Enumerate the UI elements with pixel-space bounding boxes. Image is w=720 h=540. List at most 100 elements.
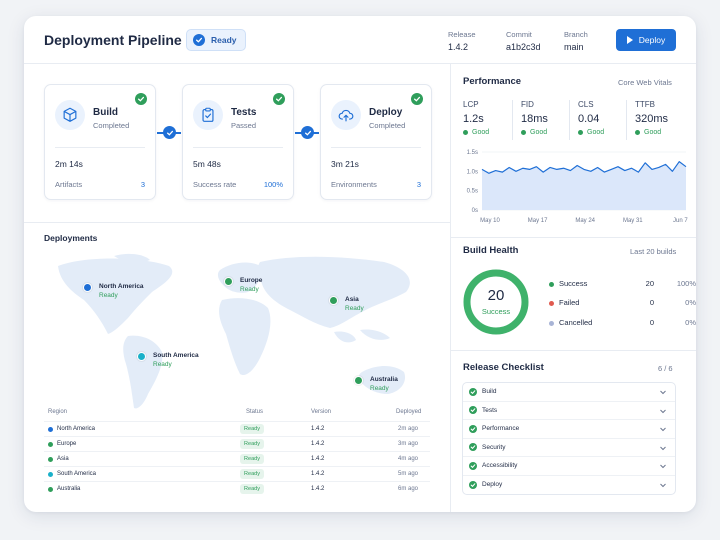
checklist-item[interactable]: Build — [463, 383, 675, 402]
row-region: Australia — [57, 486, 81, 492]
health-row-cancelled: Cancelled 0 0% — [549, 318, 696, 330]
row-deployed: 6m ago — [397, 486, 418, 492]
stage-build[interactable]: Build Completed 2m 14s Artifacts 3 — [44, 84, 156, 200]
table-row[interactable]: Australia Ready 1.4.2 6m ago — [44, 481, 430, 496]
row-status-badge: Ready — [240, 439, 264, 449]
metric-rating-label: Good — [472, 129, 490, 136]
stage-tests[interactable]: Tests Passed 5m 48s Success rate 100% — [182, 84, 294, 200]
y-tick-label: 1.0s — [467, 169, 478, 175]
check-circle-icon — [469, 461, 477, 470]
deploy-button-label: Deploy — [638, 35, 666, 45]
check-circle-icon — [469, 387, 477, 396]
deploy-button[interactable]: Deploy — [616, 29, 676, 51]
health-pct: 100% — [676, 279, 696, 288]
y-tick-label: 0s — [472, 208, 478, 214]
column-header: Status — [246, 409, 264, 415]
check-icon — [301, 126, 314, 139]
page-title: Deployment Pipeline — [44, 32, 182, 48]
y-tick-label: 0.5s — [467, 189, 478, 195]
divider — [55, 147, 145, 148]
metric-value: 1.2s — [463, 113, 484, 125]
pin-status: Ready — [153, 361, 172, 368]
map-pin[interactable] — [224, 277, 233, 286]
health-label: Cancelled — [559, 318, 593, 327]
pin-status: Ready — [99, 292, 118, 299]
pin-status: Ready — [345, 305, 364, 312]
checklist-item-label: Deploy — [482, 481, 503, 489]
meta-branch: Branch main — [564, 30, 588, 52]
meta-commit-label: Commit — [506, 30, 532, 39]
stage-duration: 5m 48s — [193, 159, 221, 169]
divider — [451, 237, 696, 238]
status-dot — [48, 487, 53, 492]
status-badge-label: Ready — [211, 35, 237, 45]
divider — [331, 147, 421, 148]
column-header: Version — [311, 409, 332, 415]
row-deployed: 3m ago — [397, 441, 418, 447]
checklist-item[interactable]: Accessibility — [463, 457, 675, 476]
stage-name: Deploy — [369, 107, 403, 118]
stage-deploy[interactable]: Deploy Completed 3m 21s Environments 3 — [320, 84, 432, 200]
divider — [626, 100, 627, 140]
check-icon — [163, 126, 176, 139]
stage-key: Success rate — [193, 180, 237, 189]
table-row[interactable]: Europe Ready 1.4.2 3m ago — [44, 436, 430, 451]
column-header: Region — [48, 409, 68, 415]
x-tick-label: May 10 — [480, 218, 500, 224]
check-circle-icon — [273, 93, 285, 105]
status-dot — [48, 457, 53, 462]
pin-label: Europe — [240, 277, 263, 284]
play-icon — [626, 36, 633, 44]
check-circle-icon — [193, 34, 205, 46]
meta-commit-value: a1b2c3d — [506, 42, 541, 52]
check-circle-icon — [135, 93, 147, 105]
health-row-success: Success 20 100% — [549, 279, 696, 291]
status-dot — [48, 427, 53, 432]
table-row[interactable]: South America Ready 1.4.2 5m ago — [44, 466, 430, 481]
stage-status: Passed — [231, 121, 257, 130]
metric-key: TTFB — [635, 100, 655, 109]
x-tick-label: May 24 — [575, 218, 595, 224]
row-version: 1.4.2 — [311, 441, 325, 447]
check-circle-icon — [469, 480, 477, 489]
stage-name: Build — [93, 107, 118, 118]
map-pin[interactable] — [83, 283, 92, 292]
pin-status: Ready — [240, 286, 259, 293]
chevron-down-icon — [660, 464, 666, 469]
metric-rating-label: Good — [644, 129, 662, 136]
build-health-total: 20 — [487, 287, 505, 304]
divider — [24, 222, 450, 223]
table-row[interactable]: Asia Ready 1.4.2 4m ago — [44, 451, 430, 466]
checklist-item[interactable]: Performance — [463, 420, 675, 439]
map-pin[interactable] — [329, 296, 338, 305]
status-dot — [463, 130, 468, 135]
meta-branch-label: Branch — [564, 30, 588, 39]
row-deployed: 5m ago — [397, 471, 418, 477]
stage-duration: 3m 21s — [331, 159, 359, 169]
stage-duration: 2m 14s — [55, 159, 83, 169]
table-row[interactable]: North America Ready 1.4.2 2m ago — [44, 421, 430, 436]
dashboard-card: Deployment Pipeline Ready Release 1.4.2 … — [24, 16, 696, 512]
cloud-upload-icon — [331, 100, 361, 130]
stage-status: Completed — [369, 121, 406, 130]
performance-chart: 1.5s 1.0s 0.5s 0sMay 10 May 17 May 24 May 31 Ju… — [467, 150, 689, 224]
checklist-item-label: Performance — [482, 425, 520, 433]
status-dot — [635, 130, 640, 135]
health-row-failed: Failed 0 0% — [549, 298, 696, 310]
checklist-item[interactable]: Tests — [463, 402, 675, 420]
map-pin[interactable] — [354, 376, 363, 385]
map-pin[interactable] — [137, 352, 146, 361]
checklist-item[interactable]: Security — [463, 439, 675, 457]
checklist-item-label: Tests — [482, 406, 498, 414]
row-region: Europe — [57, 441, 77, 447]
checklist-item[interactable]: Deploy — [463, 476, 675, 495]
row-region: Asia — [57, 456, 69, 462]
status-dot — [521, 130, 526, 135]
pin-label: Asia — [345, 296, 359, 303]
check-circle-icon — [469, 424, 477, 433]
deployments-title: Deployments — [44, 233, 98, 243]
row-status-badge: Ready — [240, 424, 264, 434]
row-region: North America — [57, 426, 96, 432]
health-label: Failed — [559, 298, 580, 307]
checklist: Build Tests Performance Security Accessi… — [462, 382, 676, 495]
